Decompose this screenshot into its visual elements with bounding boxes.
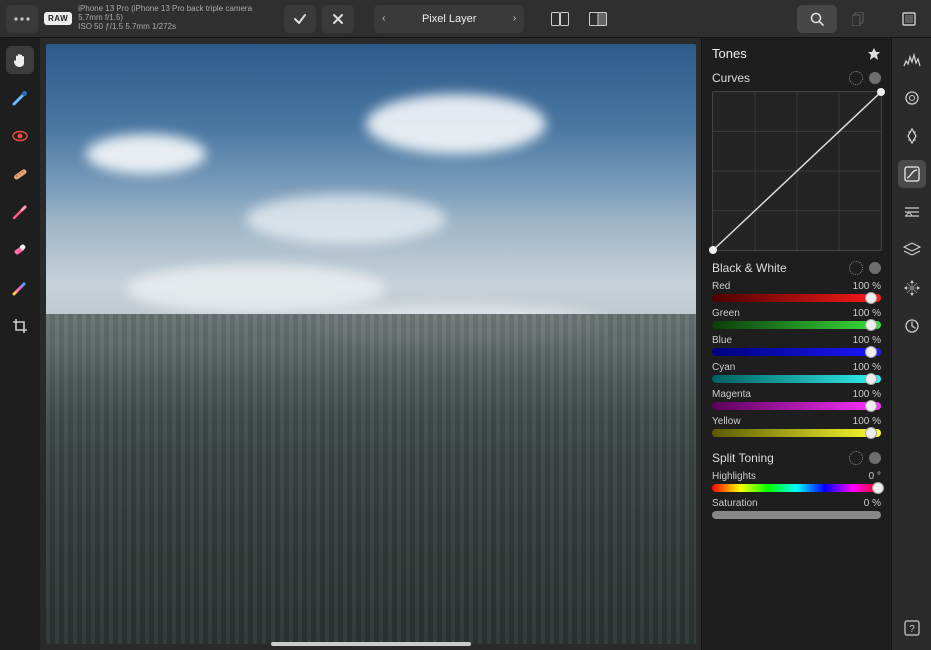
saturation-value: 0 % — [864, 498, 881, 509]
bw-reset-icon[interactable] — [849, 261, 863, 275]
curves-reset-icon[interactable] — [849, 71, 863, 85]
bw-slider-track[interactable] — [712, 402, 881, 410]
bw-slider-label: Green — [712, 308, 740, 319]
split-toggle[interactable] — [869, 452, 881, 464]
bw-slider-thumb[interactable] — [865, 373, 877, 385]
history-tab[interactable] — [898, 312, 926, 340]
lens-tab[interactable] — [898, 84, 926, 112]
pin-icon[interactable] — [867, 47, 881, 61]
bw-slider-value: 100 % — [853, 362, 881, 373]
layer-selector[interactable]: ‹ Pixel Layer › — [374, 5, 524, 33]
curve-handle-shadow[interactable] — [709, 246, 717, 254]
brush-tool[interactable] — [6, 198, 34, 226]
chevron-right-icon: › — [513, 13, 516, 24]
bw-slider-label: Yellow — [712, 416, 741, 427]
more-button[interactable] — [6, 5, 38, 33]
bw-slider-value: 100 % — [853, 308, 881, 319]
compare-mask-button[interactable] — [582, 5, 614, 33]
crop-tool[interactable] — [6, 312, 34, 340]
details-tab[interactable] — [898, 122, 926, 150]
gradient-tool[interactable] — [6, 274, 34, 302]
bw-slider-value: 100 % — [853, 416, 881, 427]
bw-slider-thumb[interactable] — [865, 292, 877, 304]
accept-button[interactable] — [284, 5, 316, 33]
home-indicator — [271, 642, 471, 646]
panel-title: Tones — [712, 46, 747, 61]
bw-slider-red: Red 100 % — [712, 281, 881, 302]
bw-slider-label: Cyan — [712, 362, 735, 373]
bw-slider-magenta: Magenta 100 % — [712, 389, 881, 410]
bw-slider-blue: Blue 100 % — [712, 335, 881, 356]
curves-title: Curves — [712, 71, 750, 85]
cancel-button[interactable] — [322, 5, 354, 33]
raw-badge: RAW — [44, 12, 72, 25]
bw-slider-thumb[interactable] — [865, 346, 877, 358]
saturation-row: Saturation 0 % — [712, 498, 881, 519]
highlights-hue-thumb[interactable] — [872, 482, 884, 494]
meta-line-2: ISO 50 ƒ/1.5 5.7mm 1/272s — [78, 23, 258, 32]
bw-sliders-group: Red100 %Green100 %Blue100 %Cyan100 %Mage… — [712, 281, 881, 437]
bw-slider-green: Green 100 % — [712, 308, 881, 329]
right-toolbar: ? — [891, 38, 931, 650]
hand-tool[interactable] — [6, 46, 34, 74]
help-button[interactable]: ? — [898, 614, 926, 642]
top-toolbar: RAW iPhone 13 Pro (iPhone 13 Pro back tr… — [0, 0, 931, 38]
split-reset-icon[interactable] — [849, 451, 863, 465]
add-panel-button[interactable] — [843, 5, 875, 33]
fullscreen-button[interactable] — [893, 5, 925, 33]
bw-slider-track[interactable] — [712, 321, 881, 329]
left-toolbar — [0, 38, 40, 650]
overlays-tab[interactable] — [898, 198, 926, 226]
bw-slider-value: 100 % — [853, 389, 881, 400]
bw-slider-thumb[interactable] — [865, 319, 877, 331]
bw-slider-thumb[interactable] — [865, 400, 877, 412]
eraser-tool[interactable] — [6, 236, 34, 264]
chevron-left-icon: ‹ — [382, 13, 385, 24]
bw-slider-value: 100 % — [853, 281, 881, 292]
layer-label: Pixel Layer — [422, 13, 476, 25]
bw-slider-cyan: Cyan 100 % — [712, 362, 881, 383]
highlights-label: Highlights — [712, 471, 756, 482]
tones-tab[interactable] — [898, 160, 926, 188]
bw-slider-label: Blue — [712, 335, 732, 346]
bw-slider-value: 100 % — [853, 335, 881, 346]
bw-slider-thumb[interactable] — [865, 427, 877, 439]
highlights-value: 0 ° — [869, 471, 881, 482]
bw-slider-track[interactable] — [712, 375, 881, 383]
healing-tool[interactable] — [6, 160, 34, 188]
canvas-area[interactable] — [40, 38, 701, 650]
bw-toggle[interactable] — [869, 262, 881, 274]
layers-tab[interactable] — [898, 236, 926, 264]
white-balance-tool[interactable] — [6, 84, 34, 112]
bw-slider-yellow: Yellow 100 % — [712, 416, 881, 437]
search-button[interactable] — [797, 5, 837, 33]
saturation-slider[interactable] — [712, 511, 881, 519]
saturation-label: Saturation — [712, 498, 758, 509]
curves-editor[interactable] — [712, 91, 882, 251]
histogram-tab[interactable] — [898, 46, 926, 74]
bw-slider-track[interactable] — [712, 348, 881, 356]
photo-preview — [46, 44, 696, 644]
red-eye-tool[interactable] — [6, 122, 34, 150]
bw-slider-label: Red — [712, 281, 730, 292]
adjustments-panel: Tones Curves Black & W — [701, 38, 891, 650]
meta-line-1: iPhone 13 Pro (iPhone 13 Pro back triple… — [78, 5, 258, 23]
image-metadata: iPhone 13 Pro (iPhone 13 Pro back triple… — [78, 5, 258, 31]
curves-toggle[interactable] — [869, 72, 881, 84]
curve-handle-highlight[interactable] — [877, 88, 885, 96]
compare-split-button[interactable] — [544, 5, 576, 33]
bw-slider-track[interactable] — [712, 429, 881, 437]
bw-title: Black & White — [712, 261, 787, 275]
highlights-hue-slider[interactable] — [712, 484, 881, 492]
transform-tab[interactable] — [898, 274, 926, 302]
bw-slider-track[interactable] — [712, 294, 881, 302]
highlights-hue-row: Highlights 0 ° — [712, 471, 881, 492]
split-toning-title: Split Toning — [712, 451, 774, 465]
bw-slider-label: Magenta — [712, 389, 751, 400]
svg-text:?: ? — [909, 624, 915, 635]
